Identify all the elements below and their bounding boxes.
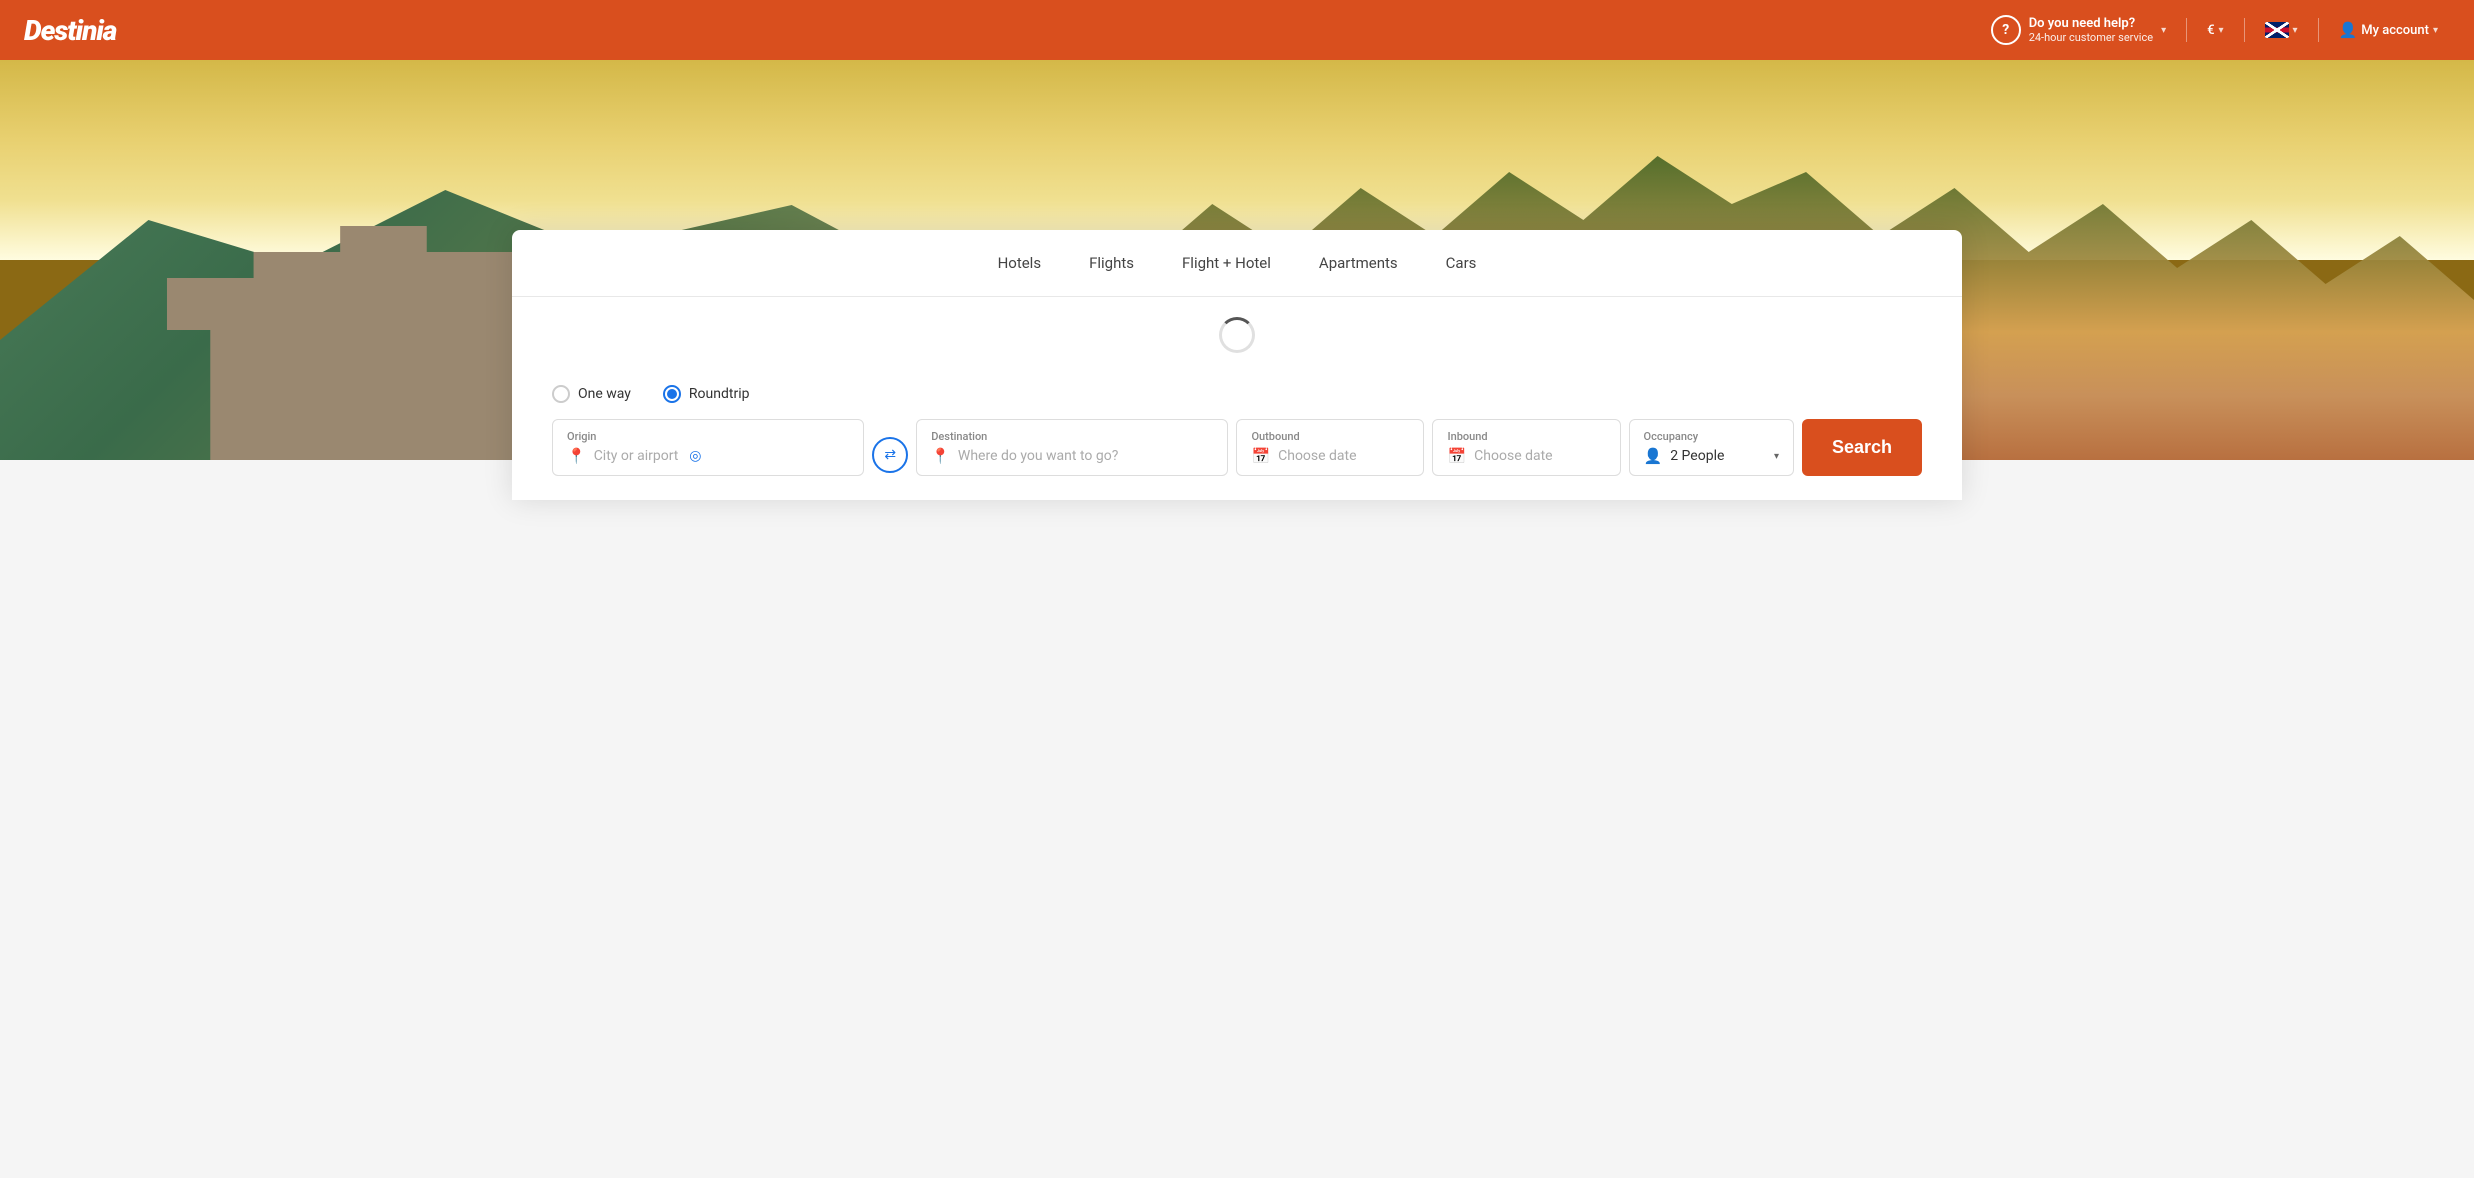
search-form: Origin 📍 City or airport ◎ ⇄ Destinatio (512, 411, 1962, 500)
currency-selector[interactable]: € ▾ (2195, 17, 2235, 44)
origin-value[interactable]: City or airport (594, 448, 679, 464)
person-icon: 👤 (2339, 21, 2358, 39)
divider-1 (2186, 18, 2187, 42)
inbound-value[interactable]: Choose date (1474, 448, 1552, 464)
destination-location-icon: 📍 (931, 447, 950, 465)
divider-3 (2318, 18, 2319, 42)
roundtrip-radio[interactable] (663, 385, 681, 403)
help-title: Do you need help? (2029, 16, 2153, 32)
account-button[interactable]: 👤 My account ▾ (2327, 15, 2450, 45)
gps-target-icon[interactable]: ◎ (686, 447, 704, 465)
header: Destinia ? Do you need help? 24-hour cus… (0, 0, 2474, 60)
lang-chevron: ▾ (2293, 25, 2298, 36)
one-way-radio[interactable] (552, 385, 570, 403)
swap-button[interactable]: ⇄ (872, 437, 908, 473)
help-button[interactable]: ? Do you need help? 24-hour customer ser… (1979, 9, 2178, 51)
currency-symbol: € (2207, 23, 2214, 38)
help-icon: ? (1991, 15, 2021, 45)
occupancy-value: 2 People (1670, 448, 1724, 464)
loading-area (512, 297, 1962, 373)
help-subtitle: 24-hour customer service (2029, 31, 2153, 44)
page-wrapper: Destinia ? Do you need help? 24-hour cus… (0, 0, 2474, 600)
outbound-value[interactable]: Choose date (1278, 448, 1356, 464)
destination-label: Destination (931, 430, 1213, 443)
account-label: My account (2361, 23, 2429, 38)
outbound-label: Outbound (1251, 430, 1409, 443)
inbound-field[interactable]: Inbound 📅 Choose date (1432, 419, 1620, 476)
outbound-calendar-icon: 📅 (1251, 447, 1270, 465)
occupancy-input-row: 👤 2 People (1644, 447, 1725, 465)
outbound-input-row: 📅 Choose date (1251, 447, 1409, 465)
below-hero-content (0, 500, 2474, 600)
origin-label: Origin (567, 430, 849, 443)
search-container: Hotels Flights Flight + Hotel Apartments… (512, 230, 1962, 500)
service-tabs: Hotels Flights Flight + Hotel Apartments… (512, 230, 1962, 297)
destination-input-row: 📍 Where do you want to go? (931, 447, 1213, 465)
loading-spinner (1219, 317, 1255, 353)
header-right: ? Do you need help? 24-hour customer ser… (1979, 9, 2450, 51)
account-chevron: ▾ (2433, 25, 2438, 36)
logo-text: Destinia (24, 14, 116, 47)
help-text: Do you need help? 24-hour customer servi… (2029, 16, 2153, 45)
tab-hotels[interactable]: Hotels (998, 250, 1042, 276)
destination-field[interactable]: Destination 📍 Where do you want to go? (916, 419, 1228, 476)
occupancy-chevron: ▾ (1774, 451, 1779, 462)
search-wrapper: Hotels Flights Flight + Hotel Apartments… (0, 230, 2474, 500)
origin-location-icon: 📍 (567, 447, 586, 465)
currency-chevron: ▾ (2219, 25, 2224, 36)
inbound-label: Inbound (1447, 430, 1605, 443)
trip-type-selector: One way Roundtrip (512, 373, 1962, 411)
tab-cars[interactable]: Cars (1446, 250, 1477, 276)
roundtrip-option[interactable]: Roundtrip (663, 385, 750, 403)
occupancy-label: Occupancy (1644, 430, 1779, 443)
search-button[interactable]: Search (1802, 419, 1922, 476)
logo[interactable]: Destinia (24, 14, 116, 47)
flag-icon (2265, 22, 2289, 38)
outbound-field[interactable]: Outbound 📅 Choose date (1236, 419, 1424, 476)
tab-flight-hotel[interactable]: Flight + Hotel (1182, 250, 1271, 276)
destination-value[interactable]: Where do you want to go? (958, 448, 1118, 464)
origin-input-row: 📍 City or airport ◎ (567, 447, 849, 465)
one-way-option[interactable]: One way (552, 385, 631, 403)
hero-section: Hotels Flights Flight + Hotel Apartments… (0, 60, 2474, 500)
help-chevron: ▾ (2161, 25, 2166, 36)
divider-2 (2244, 18, 2245, 42)
occupancy-select-row: 👤 2 People ▾ (1644, 447, 1779, 465)
tab-flights[interactable]: Flights (1089, 250, 1134, 276)
one-way-label: One way (578, 386, 631, 402)
search-button-label: Search (1832, 437, 1892, 457)
occupancy-field[interactable]: Occupancy 👤 2 People ▾ (1629, 419, 1794, 476)
swap-icon: ⇄ (884, 446, 896, 463)
inbound-input-row: 📅 Choose date (1447, 447, 1605, 465)
roundtrip-label: Roundtrip (689, 386, 750, 402)
inbound-calendar-icon: 📅 (1447, 447, 1466, 465)
language-selector[interactable]: ▾ (2253, 16, 2310, 44)
occupancy-person-icon: 👤 (1644, 447, 1663, 465)
origin-field[interactable]: Origin 📍 City or airport ◎ (552, 419, 864, 476)
tab-apartments[interactable]: Apartments (1319, 250, 1398, 276)
